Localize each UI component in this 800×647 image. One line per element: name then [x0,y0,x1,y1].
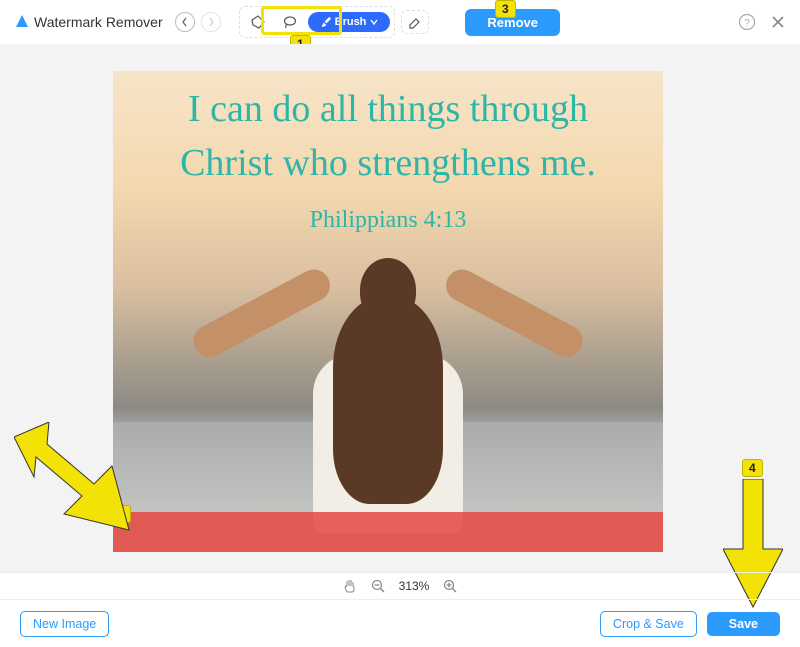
brush-mask-overlay [113,512,663,552]
close-icon[interactable] [770,14,786,30]
undo-redo-group [175,12,221,32]
zoom-out-icon[interactable] [371,579,385,593]
chevron-down-icon [370,18,378,26]
brush-icon [320,17,331,28]
app-root: Watermark Remover Brush [0,0,800,647]
top-toolbar: Watermark Remover Brush [0,0,800,44]
brush-label: Brush [335,16,367,28]
zoom-in-icon[interactable] [443,579,457,593]
bottom-bar: New Image Crop & Save Save [0,600,800,647]
redo-button[interactable] [201,12,221,32]
image-text-line2: Christ who strengthens me. [113,143,663,185]
brush-tool-button[interactable]: Brush [308,12,391,32]
image-person [248,254,528,514]
help-icon[interactable]: ? [738,13,756,31]
pan-hand-icon[interactable] [343,579,357,593]
topbar-right: ? [738,13,786,31]
remove-button[interactable]: Remove [465,9,560,36]
app-title: Watermark Remover [34,14,163,30]
polygon-tool-icon[interactable] [244,10,272,34]
canvas-area[interactable]: I can do all things through Christ who s… [0,44,800,572]
new-image-button[interactable]: New Image [20,611,109,637]
app-logo: Watermark Remover [14,14,163,30]
crop-and-save-button[interactable]: Crop & Save [600,611,697,637]
selection-tool-group: Brush [239,6,396,38]
svg-text:?: ? [744,18,750,29]
zoom-row: 313% [0,572,800,600]
editing-image: I can do all things through Christ who s… [113,71,663,552]
image-text-line1: I can do all things through [113,89,663,131]
lasso-tool-icon[interactable] [276,10,304,34]
image-text-verse: Philippians 4:13 [113,207,663,234]
eraser-icon [407,14,423,30]
undo-button[interactable] [175,12,195,32]
zoom-value: 313% [399,579,430,593]
logo-icon [14,14,30,30]
eraser-tool-button[interactable] [401,10,429,34]
save-button[interactable]: Save [707,612,780,636]
